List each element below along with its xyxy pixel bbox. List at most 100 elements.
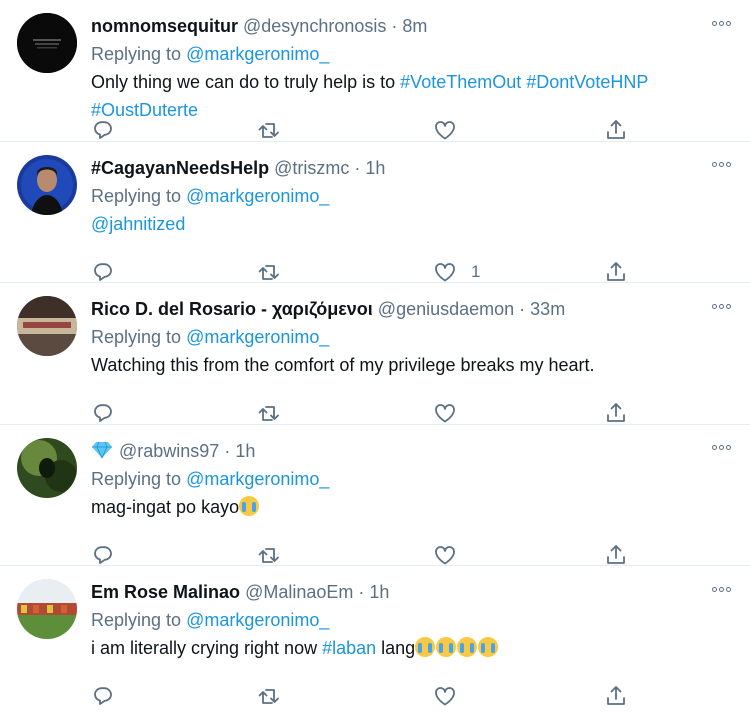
display-name[interactable]: #CagayanNeedsHelp	[91, 158, 269, 178]
tweet-text: i am literally crying right now #laban l…	[91, 634, 690, 662]
separator: ·	[353, 582, 370, 603]
more-icon[interactable]	[708, 582, 734, 596]
hashtag-link[interactable]: #OustDuterte	[91, 100, 198, 120]
retweet-icon	[258, 123, 279, 138]
retweet-icon	[258, 689, 279, 705]
loudly-crying-face-icon	[436, 637, 457, 658]
share-button[interactable]	[604, 260, 628, 284]
timestamp[interactable]: 1h	[369, 582, 389, 602]
like-button[interactable]	[433, 543, 471, 567]
user-handle[interactable]: @rabwins97	[119, 441, 219, 461]
separator: ·	[514, 299, 531, 320]
retweet-icon	[258, 264, 279, 280]
reply-button[interactable]	[91, 401, 115, 425]
tweet-text: Watching this from the comfort of my pri…	[91, 355, 595, 376]
tweet-content: #CagayanNeedsHelp @triszmc · 1h Replying…	[91, 154, 690, 238]
timestamp[interactable]: 8m	[402, 16, 427, 36]
share-icon	[607, 403, 625, 423]
loudly-crying-face-icon	[415, 637, 436, 658]
replying-label: Replying to	[91, 468, 187, 489]
avatar[interactable]	[17, 579, 77, 640]
more-icon[interactable]	[708, 441, 734, 455]
tweet-text-plain: mag-ingat po kayo	[91, 496, 240, 517]
tweet-text-plain: i am literally crying right now	[91, 638, 323, 659]
tweet[interactable]: Rico D. del Rosario - χαριζόμενοι @geniu…	[0, 283, 750, 425]
tweet[interactable]: #CagayanNeedsHelp @triszmc · 1h Replying…	[0, 142, 750, 284]
tweet-text: Only thing we can do to truly help is to…	[91, 68, 690, 96]
tweet-text-plain: Only thing we can do to truly help is to	[91, 72, 401, 92]
tweet-actions: 1	[91, 260, 651, 284]
timestamp[interactable]: 33m	[530, 299, 565, 319]
avatar[interactable]	[17, 437, 77, 498]
tweet-actions	[91, 543, 651, 567]
heart-icon	[435, 404, 455, 423]
retweet-button[interactable]	[257, 118, 281, 142]
share-icon	[607, 120, 625, 139]
tweet-content: @rabwins97 · 1h Replying to @markgeronim…	[91, 437, 690, 521]
reply-icon	[94, 687, 112, 706]
reply-icon	[94, 404, 112, 423]
more-icon[interactable]	[708, 158, 734, 172]
replying-label: Replying to	[91, 185, 187, 206]
user-handle[interactable]: @triszmc	[274, 158, 349, 178]
user-handle[interactable]: @MalinaoEm	[245, 582, 353, 602]
retweet-button[interactable]	[257, 684, 281, 708]
like-button[interactable]	[433, 684, 471, 708]
retweet-button[interactable]	[257, 543, 281, 567]
reply-mention-link[interactable]: @markgeronimo_	[186, 44, 329, 64]
tweet-content: Rico D. del Rosario - χαριζόμενοι @geniu…	[91, 295, 690, 379]
tweet-text: mag-ingat po kayo	[91, 493, 690, 521]
share-button[interactable]	[604, 118, 628, 142]
loudly-crying-face-icon	[457, 637, 478, 658]
display-name[interactable]: Em Rose Malinao	[91, 582, 240, 602]
hashtag-link[interactable]: #DontVoteHNP	[526, 72, 648, 92]
share-icon	[607, 686, 625, 706]
replying-label: Replying to	[91, 44, 187, 64]
user-handle[interactable]: @desynchronosis	[243, 16, 386, 36]
display-name[interactable]: nomnomsequitur	[91, 16, 238, 36]
tweet[interactable]: nomnomsequitur @desynchronosis · 8m Repl…	[0, 0, 750, 142]
avatar[interactable]	[17, 296, 77, 357]
reply-button[interactable]	[91, 260, 115, 284]
more-icon[interactable]	[708, 16, 734, 30]
reply-button[interactable]	[91, 684, 115, 708]
display-name[interactable]: Rico D. del Rosario - χαριζόμενοι	[91, 299, 373, 319]
timestamp[interactable]: 1h	[365, 158, 385, 178]
tweet[interactable]: @rabwins97 · 1h Replying to @markgeronim…	[0, 425, 750, 567]
tweet-content: Em Rose Malinao @MalinaoEm · 1h Replying…	[91, 578, 690, 662]
reply-mention-link[interactable]: @markgeronimo_	[186, 610, 329, 630]
reply-button[interactable]	[91, 543, 115, 567]
timestamp[interactable]: 1h	[235, 441, 255, 461]
hashtag-link[interactable]: #VoteThemOut	[400, 72, 521, 92]
reply-mention-link[interactable]: @markgeronimo_	[186, 469, 329, 489]
tweet[interactable]: Em Rose Malinao @MalinaoEm · 1h Replying…	[0, 566, 750, 708]
tweet-feed: nomnomsequitur @desynchronosis · 8m Repl…	[0, 0, 750, 722]
separator: ·	[386, 16, 403, 36]
share-button[interactable]	[604, 684, 628, 708]
heart-icon	[435, 262, 455, 281]
tweet-content: nomnomsequitur @desynchronosis · 8m Repl…	[91, 12, 690, 124]
mention-link[interactable]: @jahnitized	[91, 214, 185, 234]
share-button[interactable]	[604, 401, 628, 425]
share-button[interactable]	[604, 543, 628, 567]
heart-icon	[435, 687, 455, 706]
like-count: 1	[471, 261, 481, 281]
like-button[interactable]: 1	[433, 260, 480, 284]
reply-button[interactable]	[91, 118, 115, 142]
avatar[interactable]	[17, 154, 77, 215]
like-button[interactable]	[433, 401, 471, 425]
more-icon[interactable]	[708, 299, 734, 313]
separator: ·	[219, 440, 236, 461]
heart-icon	[435, 545, 455, 565]
like-button[interactable]	[433, 118, 471, 142]
tweet-actions	[91, 401, 651, 425]
avatar[interactable]	[17, 13, 77, 73]
separator: ·	[349, 157, 366, 178]
retweet-icon	[258, 547, 279, 563]
retweet-button[interactable]	[257, 260, 281, 284]
reply-mention-link[interactable]: @markgeronimo_	[186, 327, 329, 347]
user-handle[interactable]: @geniusdaemon	[378, 299, 514, 319]
retweet-button[interactable]	[257, 401, 281, 425]
reply-mention-link[interactable]: @markgeronimo_	[186, 186, 329, 206]
hashtag-link[interactable]: #laban	[322, 638, 376, 658]
